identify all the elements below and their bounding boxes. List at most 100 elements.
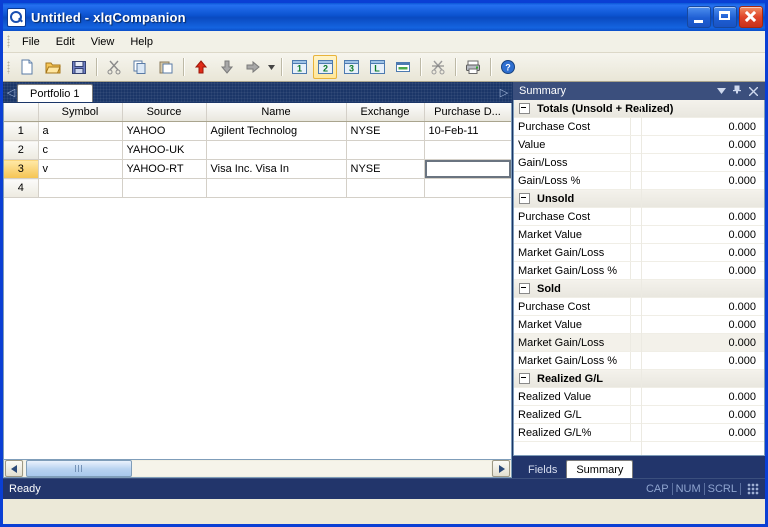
toolbar-overflow-caret-icon[interactable] xyxy=(266,56,277,78)
layout-2-icon[interactable]: 2 xyxy=(313,55,337,79)
document-tab-strip: ◁ Portfolio 1 ▷ xyxy=(3,82,512,103)
list-item[interactable]: Gain/Loss % 0.000 xyxy=(514,172,764,190)
column-header-symbol[interactable]: Symbol xyxy=(38,103,123,122)
cell-purchase-date[interactable] xyxy=(424,178,511,198)
layout-l-icon[interactable]: L xyxy=(365,55,389,79)
cell-exchange[interactable] xyxy=(346,140,425,160)
cell-symbol[interactable] xyxy=(38,178,123,198)
list-item[interactable]: Market Gain/Loss 0.000 xyxy=(514,244,764,262)
layout-3-icon[interactable]: 3 xyxy=(339,55,363,79)
chevron-down-icon[interactable] xyxy=(713,83,729,99)
menu-item-edit[interactable]: Edit xyxy=(48,34,83,50)
summary-list: Totals (Unsold + Realized) Purchase Cost… xyxy=(513,100,765,456)
cell-name[interactable]: Agilent Technolog xyxy=(206,121,347,141)
cell-name[interactable]: Visa Inc. Visa In xyxy=(206,159,347,179)
properties-icon[interactable] xyxy=(391,55,415,79)
collapse-icon[interactable] xyxy=(519,283,530,294)
close-icon[interactable] xyxy=(745,83,761,99)
list-item[interactable]: Realized Value 0.000 xyxy=(514,388,764,406)
scrollbar-thumb[interactable] xyxy=(26,460,132,477)
cut-icon[interactable] xyxy=(102,55,126,79)
summary-group-sold[interactable]: Sold xyxy=(514,280,764,298)
maximize-button[interactable] xyxy=(713,6,737,28)
cell-name[interactable] xyxy=(206,140,347,160)
layout-1-icon[interactable]: 1 xyxy=(287,55,311,79)
scroll-left-button[interactable] xyxy=(5,460,23,477)
minimize-button[interactable] xyxy=(687,6,711,28)
cell-purchase-date-selected[interactable] xyxy=(424,159,511,179)
cell-symbol[interactable]: a xyxy=(38,121,123,141)
close-button[interactable] xyxy=(739,6,763,28)
row-header-1[interactable]: 1 xyxy=(4,121,39,141)
grid-corner-header[interactable] xyxy=(4,103,39,122)
copy-icon[interactable] xyxy=(128,55,152,79)
list-item[interactable]: Market Value 0.000 xyxy=(514,226,764,244)
cell-source[interactable]: YAHOO-RT xyxy=(122,159,207,179)
cell-exchange[interactable] xyxy=(346,178,425,198)
portfolio-grid[interactable]: Symbol Source Name Exchange Purchase D..… xyxy=(3,103,512,460)
menu-item-file[interactable]: File xyxy=(14,34,48,50)
tab-summary[interactable]: Summary xyxy=(566,460,634,478)
tab-nav-right-icon[interactable]: ▷ xyxy=(496,82,512,102)
help-icon[interactable]: ? xyxy=(496,55,520,79)
column-header-source[interactable]: Source xyxy=(122,103,207,122)
list-item[interactable]: Realized G/L% 0.000 xyxy=(514,424,764,442)
cell-symbol[interactable]: c xyxy=(38,140,123,160)
column-header-exchange[interactable]: Exchange xyxy=(346,103,425,122)
list-item[interactable]: Purchase Cost 0.000 xyxy=(514,208,764,226)
horizontal-scrollbar[interactable] xyxy=(3,460,512,478)
list-item[interactable]: Market Value 0.000 xyxy=(514,316,764,334)
document-tab-portfolio-1[interactable]: Portfolio 1 xyxy=(17,84,93,102)
menu-item-help[interactable]: Help xyxy=(122,34,161,50)
arrow-up-icon[interactable] xyxy=(189,55,213,79)
list-item[interactable]: Gain/Loss 0.000 xyxy=(514,154,764,172)
table-row[interactable]: 4 xyxy=(4,178,511,198)
pin-icon[interactable] xyxy=(729,83,745,99)
arrow-down-icon[interactable] xyxy=(215,55,239,79)
list-item[interactable]: Purchase Cost 0.000 xyxy=(514,298,764,316)
new-icon[interactable] xyxy=(15,55,39,79)
cell-source[interactable] xyxy=(122,178,207,198)
list-item[interactable]: Market Gain/Loss 0.000 xyxy=(514,334,764,352)
list-item[interactable]: Value 0.000 xyxy=(514,136,764,154)
menu-item-view[interactable]: View xyxy=(83,34,123,50)
list-item[interactable]: Realized G/L 0.000 xyxy=(514,406,764,424)
summary-group-unsold[interactable]: Unsold xyxy=(514,190,764,208)
cell-exchange[interactable]: NYSE xyxy=(346,121,425,141)
cell-name[interactable] xyxy=(206,178,347,198)
toolbar-grip[interactable] xyxy=(7,60,10,74)
cell-symbol[interactable]: v xyxy=(38,159,123,179)
column-header-name[interactable]: Name xyxy=(206,103,347,122)
arrow-right-icon[interactable] xyxy=(241,55,265,79)
collapse-icon[interactable] xyxy=(519,103,530,114)
cell-purchase-date[interactable] xyxy=(424,140,511,160)
paste-icon[interactable] xyxy=(154,55,178,79)
table-row[interactable]: 2 c YAHOO-UK xyxy=(4,140,511,160)
scrollbar-track[interactable] xyxy=(24,460,491,477)
list-item[interactable]: Purchase Cost 0.000 xyxy=(514,118,764,136)
table-row[interactable]: 1 a YAHOO Agilent Technolog NYSE 10-Feb-… xyxy=(4,121,511,141)
save-icon[interactable] xyxy=(67,55,91,79)
summary-group-realized[interactable]: Realized G/L xyxy=(514,370,764,388)
cell-exchange[interactable]: NYSE xyxy=(346,159,425,179)
menu-grip[interactable] xyxy=(7,35,10,48)
row-header-2[interactable]: 2 xyxy=(4,140,39,160)
cell-purchase-date[interactable]: 10-Feb-11 xyxy=(424,121,511,141)
row-header-3[interactable]: 3 xyxy=(4,159,39,179)
table-row[interactable]: 3 v YAHOO-RT Visa Inc. Visa In NYSE xyxy=(4,159,511,179)
collapse-icon[interactable] xyxy=(519,373,530,384)
cell-source[interactable]: YAHOO-UK xyxy=(122,140,207,160)
row-header-4[interactable]: 4 xyxy=(4,178,39,198)
list-item[interactable]: Market Gain/Loss % 0.000 xyxy=(514,262,764,280)
clear-icon[interactable] xyxy=(426,55,450,79)
print-icon[interactable] xyxy=(461,55,485,79)
tab-fields[interactable]: Fields xyxy=(519,461,566,478)
open-icon[interactable] xyxy=(41,55,65,79)
resize-grip[interactable] xyxy=(747,483,759,495)
column-header-purchase-date[interactable]: Purchase D... xyxy=(424,103,511,122)
collapse-icon[interactable] xyxy=(519,193,530,204)
scroll-right-button[interactable] xyxy=(492,460,510,477)
summary-group-totals[interactable]: Totals (Unsold + Realized) xyxy=(514,100,764,118)
list-item[interactable]: Market Gain/Loss % 0.000 xyxy=(514,352,764,370)
cell-source[interactable]: YAHOO xyxy=(122,121,207,141)
